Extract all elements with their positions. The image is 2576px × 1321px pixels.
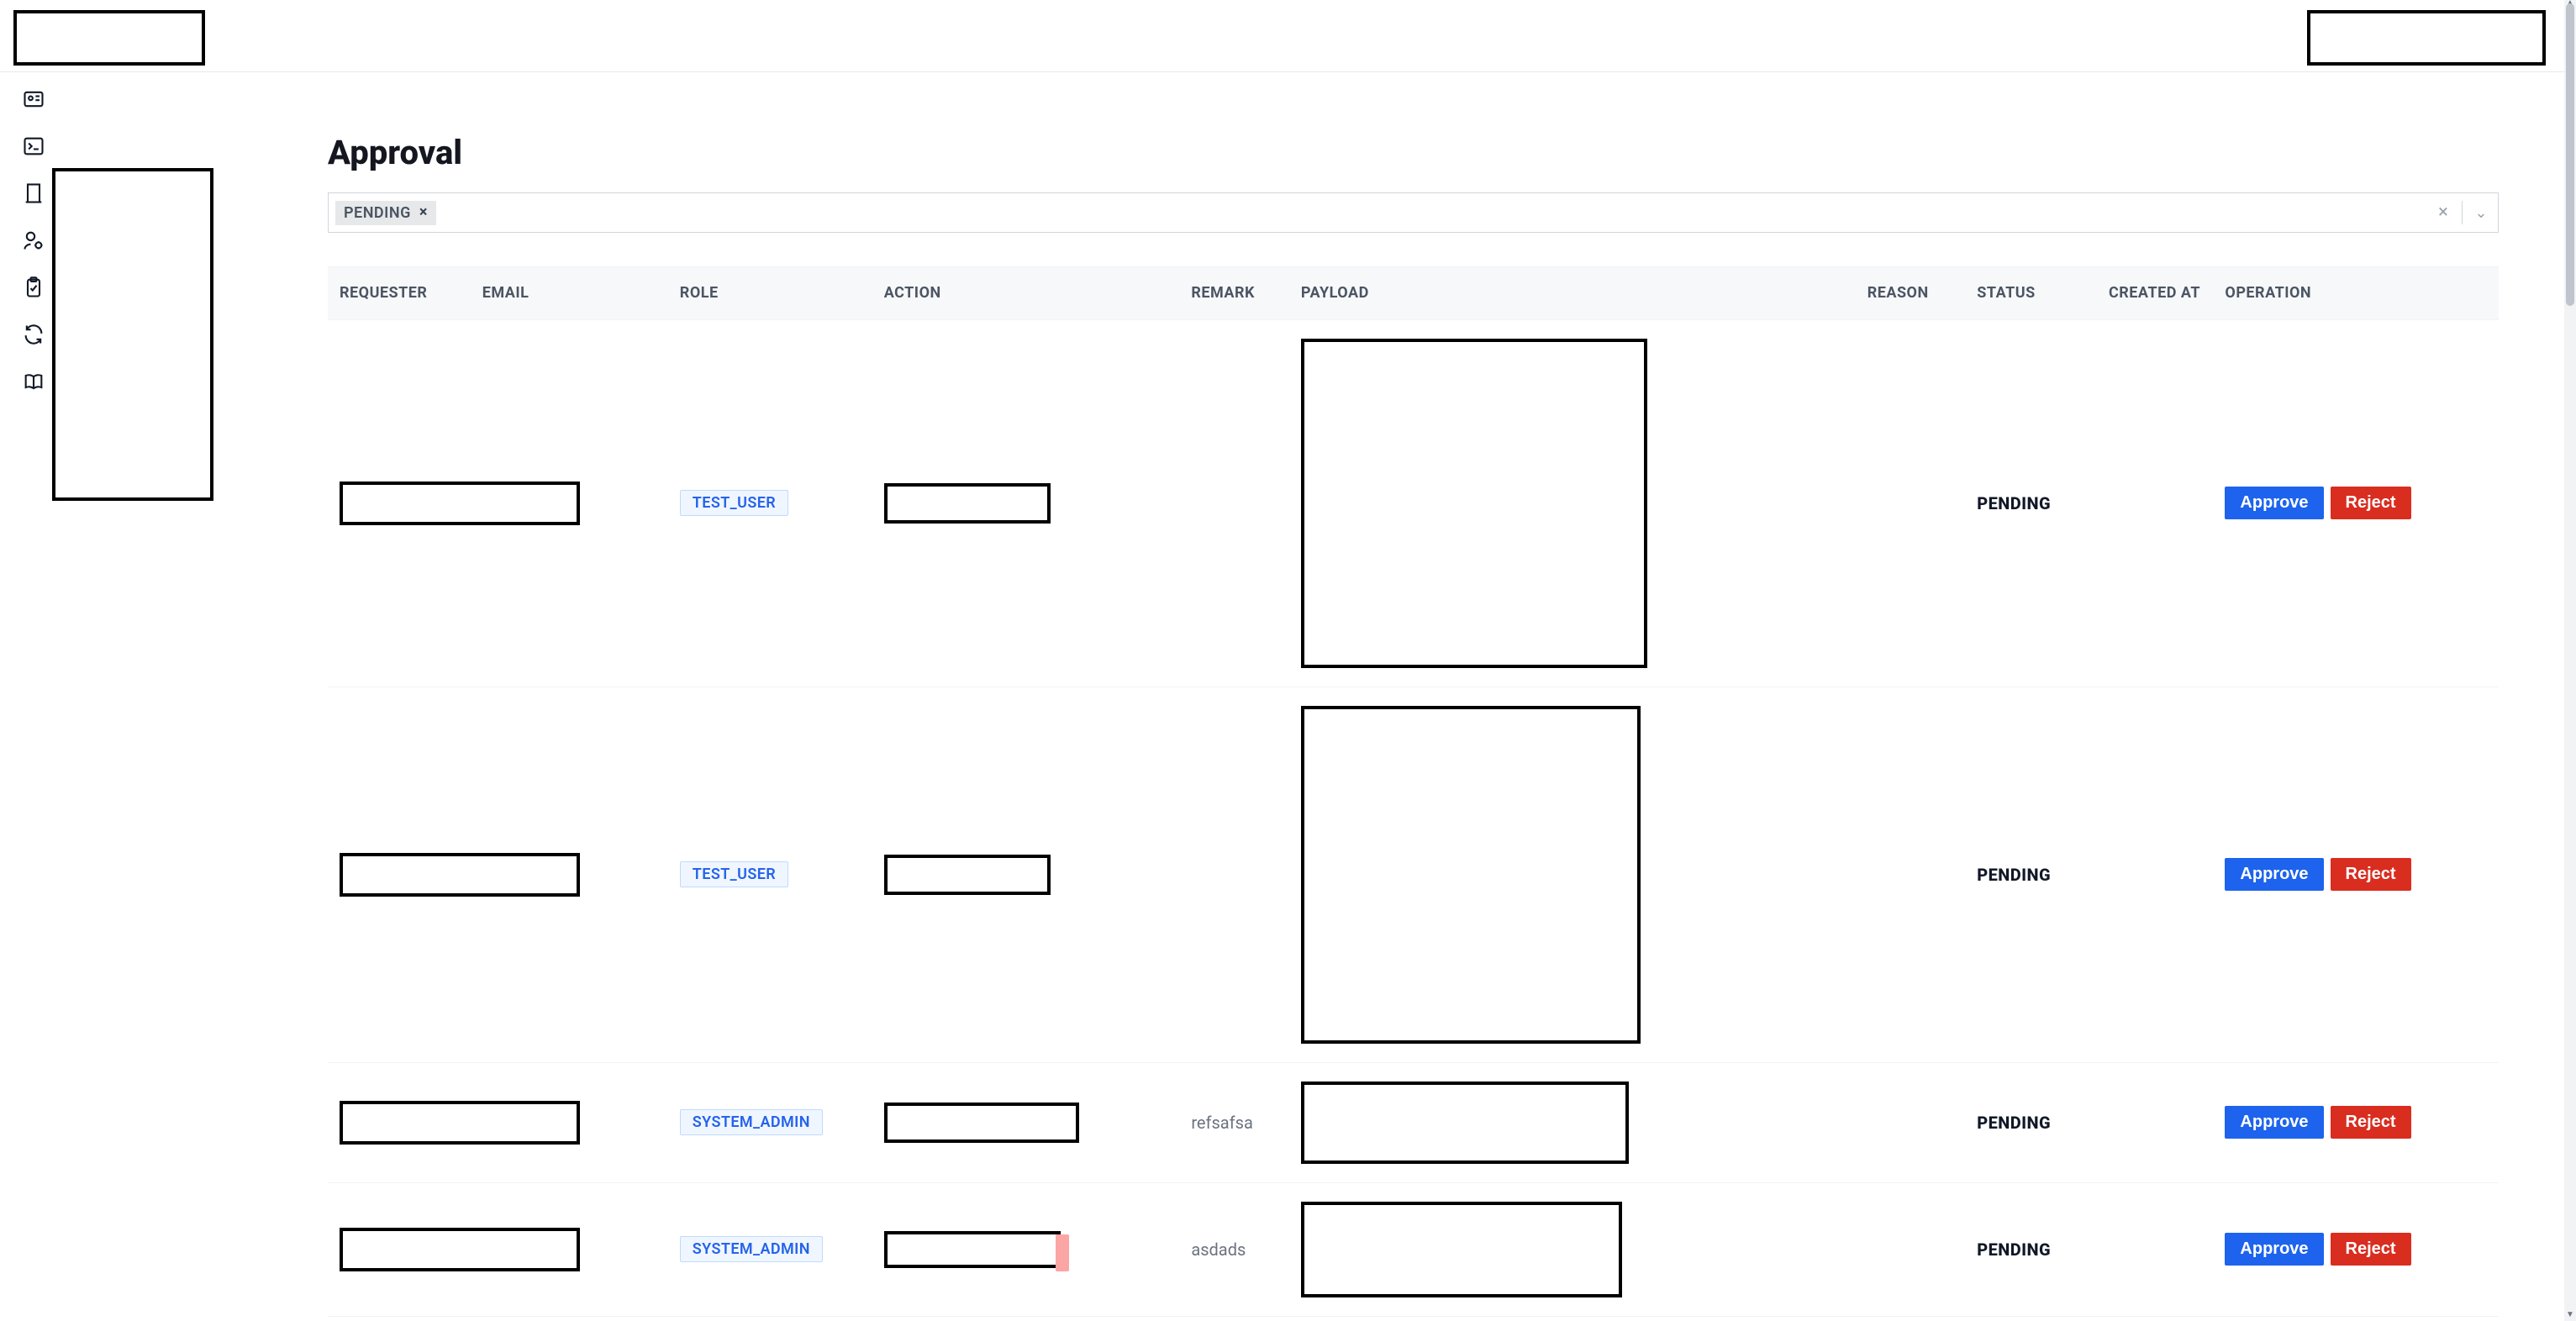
role-pill: SYSTEM_ADMIN <box>680 1236 823 1262</box>
reason-cell <box>1856 687 1966 1062</box>
th-payload: PAYLOAD <box>1289 267 1856 320</box>
th-requester: REQUESTER <box>328 267 471 320</box>
th-status: STATUS <box>1965 267 2097 320</box>
sidebar <box>0 74 67 1321</box>
table-row: TEST_USER PENDING ApproveReject <box>328 319 2499 687</box>
filter-bar[interactable]: PENDING × × ⌄ <box>328 192 2499 233</box>
remove-tag-icon[interactable]: × <box>419 205 428 220</box>
th-email: EMAIL <box>471 267 668 320</box>
building-icon <box>22 182 45 208</box>
status-text: PENDING <box>1977 1239 2051 1260</box>
payload-box <box>1301 706 1641 1044</box>
created-at-cell <box>2097 687 2213 1062</box>
header-user[interactable] <box>2307 10 2546 66</box>
reject-button[interactable]: Reject <box>2331 1106 2411 1139</box>
created-at-cell <box>2097 1182 2213 1316</box>
payload-box <box>1301 1082 1629 1164</box>
table-row: SYSTEM_ADMIN refsafsa PENDING ApproveReject <box>328 1062 2499 1182</box>
requester-box <box>340 1101 580 1145</box>
role-pill: TEST_USER <box>680 490 788 516</box>
role-pill: TEST_USER <box>680 861 788 887</box>
th-role: ROLE <box>668 267 872 320</box>
action-box <box>884 1231 1061 1268</box>
remark-text: refsafsa <box>1191 1113 1253 1133</box>
status-text: PENDING <box>1977 865 2051 885</box>
sidebar-item-book[interactable] <box>8 363 59 403</box>
clear-filter-icon[interactable]: × <box>2433 203 2453 222</box>
id-card-icon <box>22 87 45 114</box>
table-head: REQUESTER EMAIL ROLE ACTION REMARK PAYLO… <box>328 267 2499 320</box>
chevron-down-icon[interactable]: ⌄ <box>2471 204 2491 222</box>
th-reason: REASON <box>1856 267 1966 320</box>
sidebar-item-clipboard[interactable] <box>8 269 59 309</box>
refresh-icon <box>22 323 45 350</box>
table-row: SYSTEM_ADMIN asdads PENDING ApproveReject <box>328 1182 2499 1316</box>
approve-button[interactable]: Approve <box>2225 1233 2323 1266</box>
status-text: PENDING <box>1977 1113 2051 1133</box>
th-created-at: CREATED AT <box>2097 267 2213 320</box>
scroll-down-icon[interactable]: ▼ <box>2566 1310 2574 1319</box>
sidebar-item-id[interactable] <box>8 81 59 121</box>
created-at-cell <box>2097 319 2213 687</box>
remark-text: asdads <box>1191 1239 1246 1260</box>
requester-box <box>340 482 580 525</box>
approve-button[interactable]: Approve <box>2225 1106 2323 1139</box>
requester-box <box>340 1228 580 1271</box>
scroll-thumb[interactable] <box>2566 3 2574 306</box>
scrollbar[interactable]: ▲ ▼ <box>2564 0 2576 1321</box>
sidebar-item-refresh[interactable] <box>8 316 59 356</box>
sidebar-item-usercfg[interactable] <box>8 222 59 262</box>
content: Approval PENDING × × ⌄ REQUESTER EMAIL R <box>266 74 2536 1321</box>
page-title: Approval <box>328 133 2536 172</box>
payload-box <box>1301 1202 1622 1297</box>
reason-cell <box>1856 1182 1966 1316</box>
reason-cell <box>1856 1062 1966 1182</box>
filter-tag-label: PENDING <box>344 204 411 222</box>
role-pill: SYSTEM_ADMIN <box>680 1109 823 1135</box>
action-flag <box>1056 1234 1069 1271</box>
reason-cell <box>1856 319 1966 687</box>
filter-tag-pending[interactable]: PENDING × <box>335 201 436 225</box>
sidebar-item-terminal[interactable] <box>8 128 59 168</box>
clipboard-check-icon <box>22 276 45 303</box>
reject-button[interactable]: Reject <box>2331 1233 2411 1266</box>
created-at-cell <box>2097 1062 2213 1182</box>
approve-button[interactable]: Approve <box>2225 858 2323 891</box>
user-cog-icon <box>22 229 45 255</box>
reject-button[interactable]: Reject <box>2331 858 2411 891</box>
filter-separator <box>2462 201 2463 224</box>
header <box>0 0 2569 72</box>
sidebar-item-building[interactable] <box>8 175 59 215</box>
table-row: TEST_USER PENDING ApproveReject <box>328 687 2499 1062</box>
status-text: PENDING <box>1977 493 2051 513</box>
th-action: ACTION <box>872 267 1180 320</box>
requester-box <box>340 853 580 897</box>
table-row: { <box>328 1316 2499 1321</box>
approve-button[interactable]: Approve <box>2225 487 2323 519</box>
th-operation: OPERATION <box>2213 267 2499 320</box>
sidebar-panel <box>52 168 213 501</box>
action-box <box>884 483 1051 524</box>
th-remark: REMARK <box>1179 267 1289 320</box>
action-box <box>884 1103 1079 1143</box>
approval-table: REQUESTER EMAIL ROLE ACTION REMARK PAYLO… <box>328 266 2499 1321</box>
logo[interactable] <box>13 10 205 66</box>
terminal-icon <box>22 134 45 161</box>
reject-button[interactable]: Reject <box>2331 487 2411 519</box>
payload-box <box>1301 339 1647 668</box>
book-icon <box>22 370 45 397</box>
action-box <box>884 855 1051 895</box>
